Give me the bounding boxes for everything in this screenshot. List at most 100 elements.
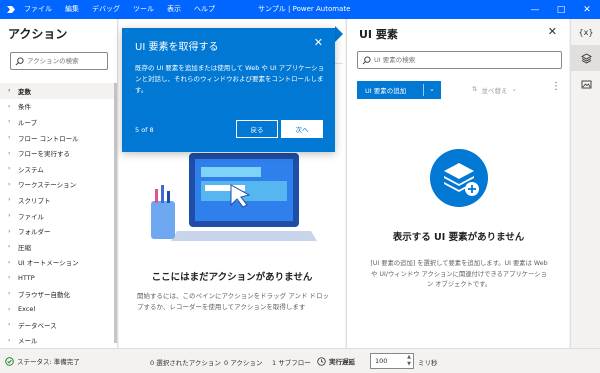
action-group-folder[interactable]: › フォルダー — [0, 223, 114, 239]
chevron-right-icon: › — [8, 134, 11, 142]
chevron-right-icon: › — [8, 87, 11, 95]
clock-icon — [317, 356, 326, 366]
actions-title: アクション — [8, 27, 68, 41]
chevron-right-icon: › — [8, 258, 11, 266]
chevron-right-icon: › — [8, 180, 11, 188]
action-group-variables[interactable]: › 変数 — [0, 83, 114, 99]
status-text: ステータス: 準備完了 — [17, 358, 80, 366]
action-group-http[interactable]: › HTTP — [0, 270, 114, 286]
selected-actions-count: 0 選択されたアクション — [150, 359, 221, 367]
ui-elements-empty-description: [UI 要素の追加] を選択して要素を追加します。UI 要素は Web や UI… — [370, 260, 548, 288]
add-ui-element-button[interactable]: UI 要素の追加 ⌄ — [357, 81, 441, 99]
ui-elements-search-box[interactable] — [357, 51, 562, 69]
ui-elements-empty-illustration — [430, 149, 488, 207]
action-group-ui-automation[interactable]: › UI オートメーション — [0, 255, 114, 271]
chevron-right-icon: › — [8, 102, 11, 110]
subflows-count: 1 サブフロー — [272, 359, 311, 367]
chevron-right-icon: › — [8, 212, 11, 220]
action-group-loops[interactable]: › ループ — [0, 114, 114, 130]
sort-label: 並べ替え — [481, 87, 508, 95]
status-bar: ステータス: 準備完了 0 選択されたアクション 0 アクション 1 サブフロー… — [0, 348, 600, 373]
empty-workspace-description: 開始するには、このペインにアクションをドラッグ アンド ドロップするか、レコーダ… — [137, 292, 330, 311]
menu-edit[interactable]: 編集 — [65, 4, 79, 14]
variables-icon[interactable]: {x} — [571, 19, 600, 45]
sort-button[interactable]: ⇅ 並べ替え ⌄ — [472, 85, 517, 95]
run-delay-input[interactable]: 100 ▲ ▼ — [370, 353, 414, 369]
run-delay-value: 100 — [375, 357, 388, 365]
actions-search-input[interactable] — [27, 57, 107, 65]
action-group-excel[interactable]: › Excel — [0, 301, 114, 317]
sort-icon: ⇅ — [472, 85, 478, 93]
chevron-right-icon: › — [8, 149, 11, 157]
menu-file[interactable]: ファイル — [24, 4, 52, 14]
menu-view[interactable]: 表示 — [167, 4, 181, 14]
ui-elements-empty-title: 表示する UI 要素がありません — [392, 232, 525, 243]
ui-elements-panel: UI 要素 ✕ UI 要素の追加 ⌄ ⇅ 並べ替え ⌄ ⋮ 表示する UI 要素… — [346, 19, 569, 348]
images-icon[interactable] — [571, 71, 600, 97]
chevron-right-icon: › — [8, 243, 11, 251]
title-bar: ファイル 編集 デバッグ ツール 表示 ヘルプ サンプル | Power Aut… — [0, 0, 600, 19]
menu-debug[interactable]: デバッグ — [92, 4, 120, 14]
chevron-right-icon: › — [8, 321, 11, 329]
callout-page-indicator: 5 of 8 — [135, 126, 154, 134]
layers-icon — [580, 52, 592, 64]
callout-pointer — [335, 26, 343, 42]
chevron-right-icon: › — [8, 336, 11, 344]
layers-icon — [444, 163, 479, 196]
window-controls: — □ ✕ — [522, 0, 600, 19]
actions-search-box[interactable] — [10, 52, 108, 70]
image-icon — [581, 80, 591, 88]
action-group-run-flow[interactable]: › フローを実行する — [0, 145, 114, 161]
search-icon — [362, 55, 371, 64]
action-group-conditionals[interactable]: › 条件 — [0, 99, 114, 115]
callout-title: UI 要素を取得する — [135, 42, 219, 53]
action-group-file[interactable]: › ファイル — [0, 208, 114, 224]
close-icon[interactable]: ✕ — [548, 25, 557, 38]
run-delay-text: 実行遅延 — [329, 358, 355, 366]
chevron-right-icon: › — [8, 305, 11, 313]
empty-workspace-illustration — [151, 153, 317, 241]
action-group-email[interactable]: › メール — [0, 333, 114, 349]
chevron-right-icon: › — [8, 196, 11, 204]
action-group-scripting[interactable]: › スクリプト — [0, 192, 114, 208]
chevron-right-icon: › — [8, 227, 11, 235]
menu-help[interactable]: ヘルプ — [194, 4, 215, 14]
action-group-flow-control[interactable]: › フロー コントロール — [0, 130, 114, 146]
close-icon[interactable]: ✕ — [314, 36, 323, 49]
actions-count: 0 アクション — [224, 359, 263, 367]
more-options-icon[interactable]: ⋮ — [551, 81, 561, 92]
action-list: › 変数 › 条件 › ループ › フロー コントロール › フローを実行する › システム… — [0, 83, 114, 348]
action-group-browser-automation[interactable]: › ブラウザー自動化 — [0, 286, 114, 302]
close-window-icon[interactable]: ✕ — [574, 0, 600, 19]
spinner-icon[interactable]: ▲ ▼ — [407, 354, 411, 368]
chevron-down-icon: ⌄ — [511, 85, 517, 93]
ui-elements-search-input[interactable] — [374, 56, 554, 64]
action-group-database[interactable]: › データベース — [0, 317, 114, 333]
next-button[interactable]: 次へ — [281, 120, 323, 138]
action-group-workstation[interactable]: › ワークステーション — [0, 177, 114, 193]
chevron-down-icon[interactable]: ⌄ — [429, 85, 435, 93]
check-circle-icon — [5, 356, 14, 366]
action-group-compression[interactable]: › 圧縮 — [0, 239, 114, 255]
chevron-right-icon: › — [8, 165, 11, 173]
actions-scrollbar[interactable] — [114, 83, 117, 343]
empty-workspace-title: ここにはまだアクションがありません — [151, 272, 313, 283]
run-delay-unit: ミリ秒 — [418, 359, 438, 367]
add-ui-element-label: UI 要素の追加 — [365, 87, 407, 95]
right-tool-strip: {x} — [570, 19, 600, 348]
maximize-icon[interactable]: □ — [548, 0, 574, 19]
action-group-system[interactable]: › システム — [0, 161, 114, 177]
menu-bar: ファイル 編集 デバッグ ツール 表示 ヘルプ — [24, 4, 215, 14]
menu-tools[interactable]: ツール — [133, 4, 154, 14]
window-title: サンプル | Power Automate — [258, 5, 351, 13]
power-automate-icon — [7, 6, 15, 13]
chevron-right-icon: › — [8, 274, 11, 282]
minimize-icon[interactable]: — — [522, 0, 548, 19]
status-indicator: ステータス: 準備完了 — [5, 356, 80, 366]
callout-body: 既存の UI 要素を追加または使用して Web や UI アプリケーションと対話… — [135, 64, 325, 94]
chevron-right-icon: › — [8, 290, 11, 298]
ui-elements-icon[interactable] — [571, 45, 600, 71]
search-icon — [15, 56, 24, 65]
button-separator — [423, 84, 424, 96]
back-button[interactable]: 戻る — [236, 120, 278, 138]
